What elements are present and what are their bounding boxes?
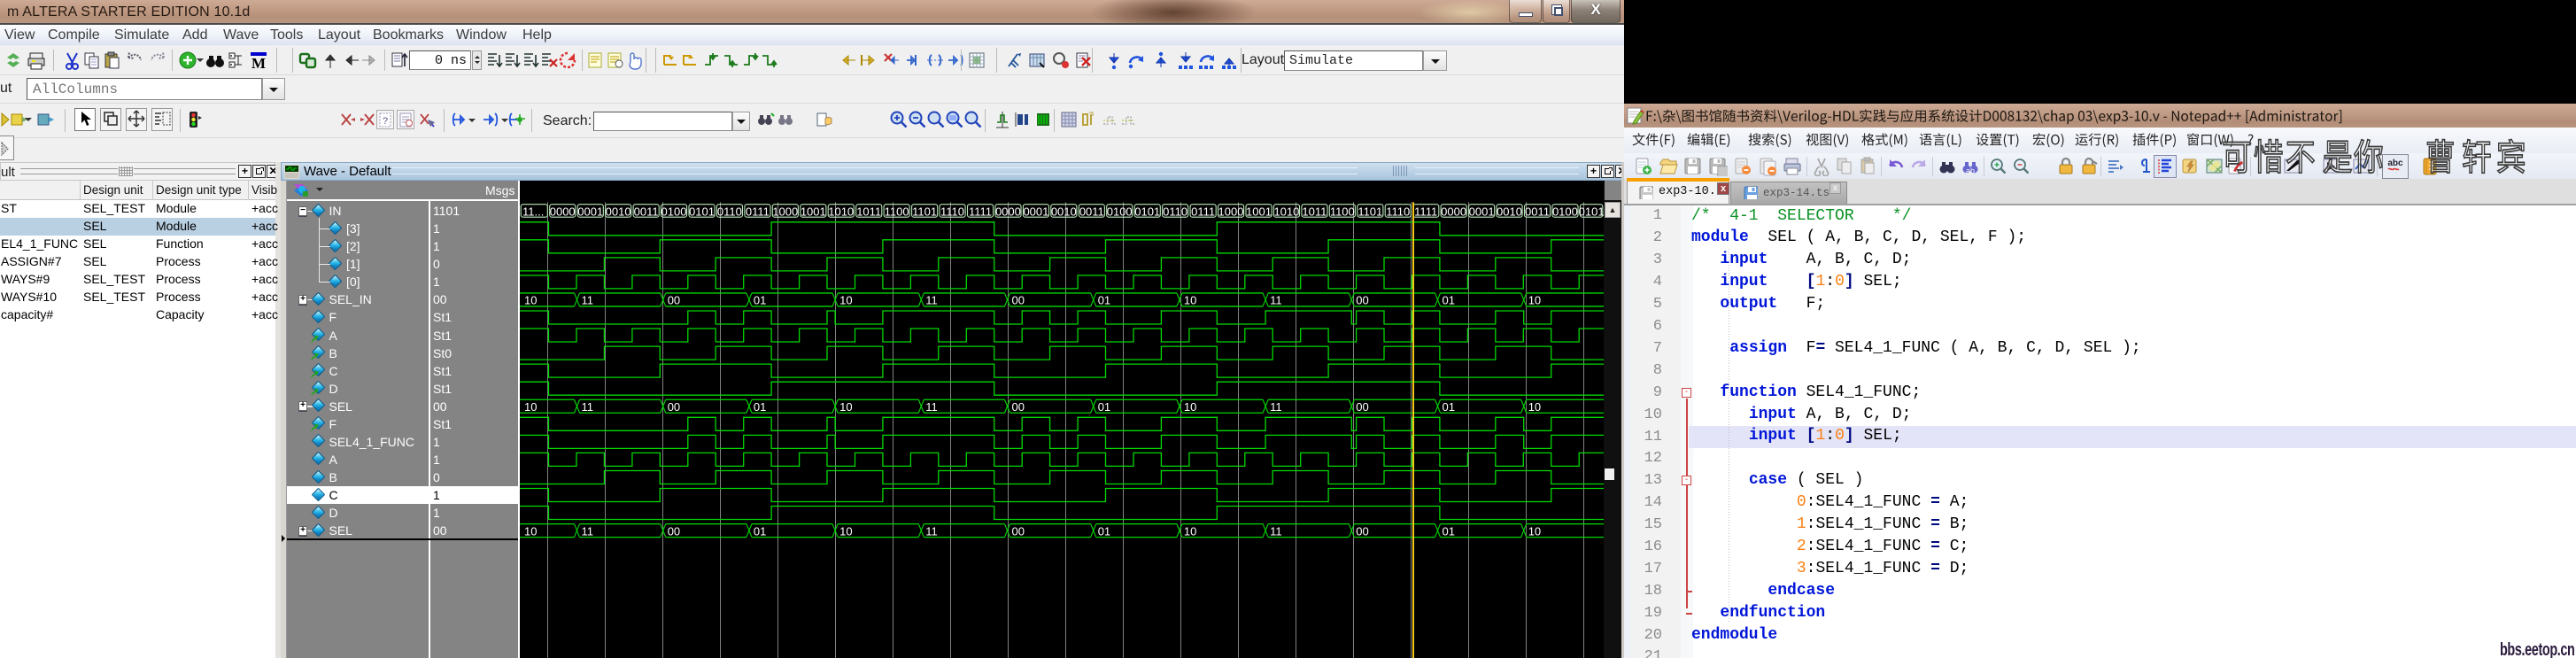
svg-text:01: 01 <box>754 524 766 538</box>
svg-text:1110: 1110 <box>1386 205 1410 218</box>
svg-text:0010: 0010 <box>606 205 631 218</box>
svg-text:0100: 0100 <box>1107 205 1133 218</box>
svg-text:1111: 1111 <box>969 205 992 218</box>
svg-text:10: 10 <box>1528 524 1541 538</box>
svg-text:00: 00 <box>668 400 680 414</box>
svg-text:01: 01 <box>1443 524 1455 538</box>
svg-text:10: 10 <box>839 294 852 307</box>
svg-text:10: 10 <box>1528 400 1541 414</box>
svg-text:0001: 0001 <box>577 205 603 218</box>
svg-text:1001: 1001 <box>1246 205 1272 218</box>
svg-text:1111: 1111 <box>1414 205 1437 218</box>
svg-text:0100: 0100 <box>1552 205 1578 218</box>
svg-text:10: 10 <box>524 400 537 414</box>
svg-text:0011: 0011 <box>1079 205 1104 218</box>
svg-text:0011: 0011 <box>1525 205 1550 218</box>
svg-text:1000: 1000 <box>1218 205 1244 218</box>
svg-text:0101: 0101 <box>689 205 715 218</box>
svg-text:11: 11 <box>925 524 938 538</box>
svg-text:01: 01 <box>1098 294 1110 307</box>
svg-text:11: 11 <box>582 524 594 538</box>
svg-text:00: 00 <box>1012 294 1025 307</box>
svg-text:0001: 0001 <box>1469 205 1495 218</box>
svg-text:11: 11 <box>1270 524 1282 538</box>
svg-text:0000: 0000 <box>1441 205 1466 218</box>
svg-text:10: 10 <box>1528 294 1541 307</box>
svg-text:01: 01 <box>1098 400 1110 414</box>
svg-text:11: 11 <box>1270 294 1282 307</box>
svg-text:11...: 11... <box>522 205 544 218</box>
svg-text:0000: 0000 <box>995 205 1021 218</box>
svg-text:10: 10 <box>839 524 852 538</box>
svg-text:01: 01 <box>1098 524 1110 538</box>
svg-text:1000: 1000 <box>772 205 798 218</box>
svg-text:00: 00 <box>668 524 680 538</box>
svg-text:0111: 0111 <box>746 205 770 218</box>
svg-text:1010: 1010 <box>1273 205 1299 218</box>
svg-text:ab: ab <box>1966 166 1975 175</box>
svg-text:0110: 0110 <box>717 205 742 218</box>
svg-text:10: 10 <box>1184 524 1196 538</box>
svg-text:1011: 1011 <box>856 205 881 218</box>
svg-text:00: 00 <box>1012 400 1025 414</box>
svg-text:01: 01 <box>1443 294 1455 307</box>
svg-text:0000: 0000 <box>550 205 576 218</box>
svg-text:1101: 1101 <box>1358 205 1382 218</box>
svg-text:1100: 1100 <box>885 205 909 218</box>
svg-text:00: 00 <box>668 294 680 307</box>
svg-text:00: 00 <box>1356 400 1368 414</box>
svg-text:?: ? <box>383 116 388 127</box>
svg-text:M: M <box>251 55 266 72</box>
svg-text:01: 01 <box>754 294 766 307</box>
svg-text:11: 11 <box>925 294 938 307</box>
svg-text:1110: 1110 <box>940 205 964 218</box>
svg-text:10: 10 <box>524 294 537 307</box>
svg-text:0010: 0010 <box>1497 205 1522 218</box>
svg-text:11: 11 <box>582 294 594 307</box>
svg-text:0101: 0101 <box>1134 205 1160 218</box>
svg-text:0010: 0010 <box>1051 205 1077 218</box>
svg-text:1001: 1001 <box>801 205 826 218</box>
svg-text:1100: 1100 <box>1330 205 1355 218</box>
svg-text:01: 01 <box>754 400 766 414</box>
svg-text:00: 00 <box>1012 524 1025 538</box>
svg-text:0111: 0111 <box>1191 205 1215 218</box>
svg-text:11: 11 <box>925 400 938 414</box>
svg-text:0011: 0011 <box>634 205 659 218</box>
svg-text:1010: 1010 <box>828 205 854 218</box>
svg-text:11: 11 <box>1270 400 1282 414</box>
svg-text:10: 10 <box>1184 294 1196 307</box>
svg-text:10: 10 <box>524 524 537 538</box>
svg-text:0100: 0100 <box>661 205 687 218</box>
svg-text:10: 10 <box>1184 400 1196 414</box>
svg-text:1011: 1011 <box>1302 205 1327 218</box>
svg-text:0110: 0110 <box>1163 205 1187 218</box>
svg-text:00: 00 <box>1356 524 1368 538</box>
svg-text:10: 10 <box>839 400 852 414</box>
svg-text:0001: 0001 <box>1023 205 1048 218</box>
svg-text:0101: 0101 <box>1579 205 1604 218</box>
svg-text:1101: 1101 <box>912 205 937 218</box>
svg-text:01: 01 <box>1443 400 1455 414</box>
svg-text:11: 11 <box>582 400 594 414</box>
svg-text:00: 00 <box>1356 294 1368 307</box>
